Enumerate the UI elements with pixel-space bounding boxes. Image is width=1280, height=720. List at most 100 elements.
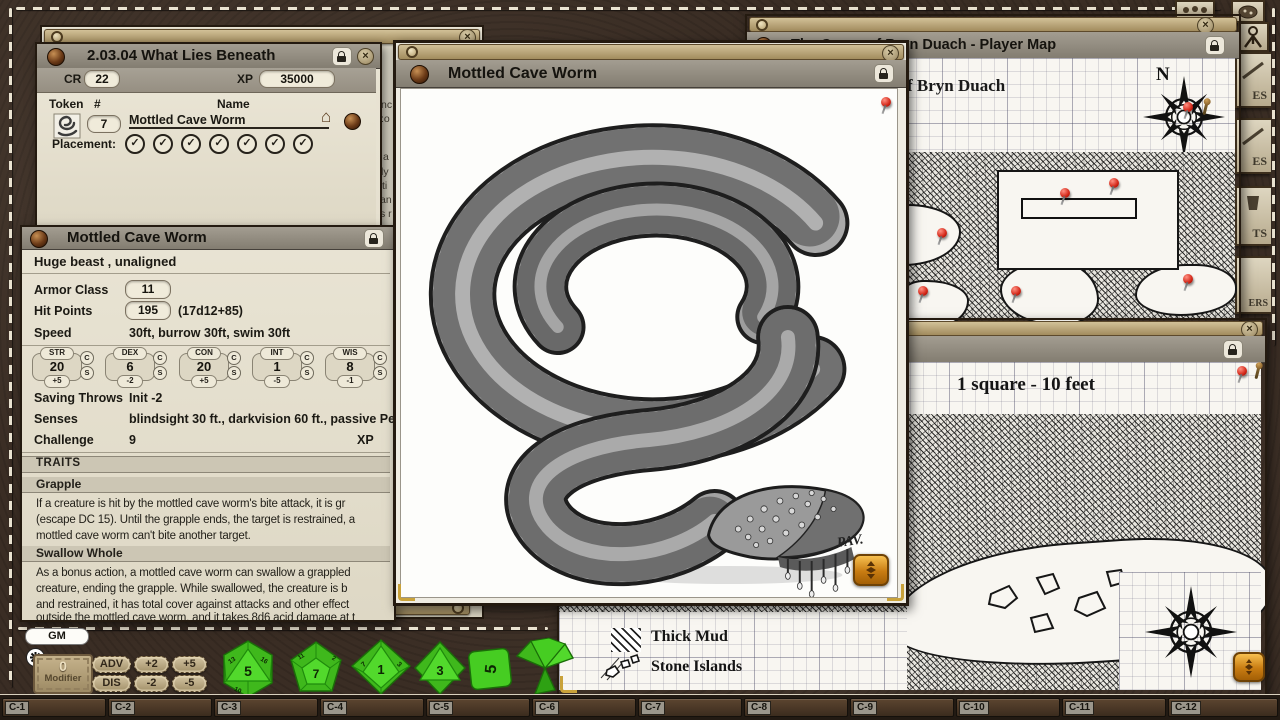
map-pin-red-icon[interactable] [1060, 188, 1070, 198]
token-name-link[interactable]: Mottled Cave Worm [129, 113, 329, 129]
wis-save-button[interactable]: S [373, 366, 387, 380]
disadvantage-button[interactable]: DIS [92, 675, 131, 692]
str-save-button[interactable]: S [80, 366, 94, 380]
hotkey-slot[interactable]: C-3 [214, 698, 318, 717]
player-map-dragbar[interactable]: × [749, 17, 1237, 32]
worm-token-icon[interactable] [53, 113, 81, 139]
hotkey-slot[interactable]: C-9 [850, 698, 954, 717]
house-icon[interactable]: ⌂ [321, 107, 331, 127]
dice-tray[interactable]: 5 13 16 10 7 11 2 1 7 3 3 5 [213, 636, 583, 698]
window-menu-orb-icon[interactable] [47, 48, 65, 66]
map-pin-red-icon[interactable] [1011, 286, 1021, 296]
image-canvas[interactable]: PAV. [400, 88, 898, 598]
con-save-button[interactable]: S [227, 366, 241, 380]
hotkey-slot[interactable]: C-7 [638, 698, 742, 717]
plus2-button[interactable]: +2 [134, 656, 169, 673]
dex-mod[interactable]: -2 [117, 375, 143, 388]
hotkey-slot[interactable]: C-4 [320, 698, 424, 717]
advantage-button[interactable]: ADV [92, 656, 131, 673]
map-pin-red-icon[interactable] [1183, 274, 1193, 284]
hotkey-slot[interactable]: C-8 [744, 698, 848, 717]
modifier-label: Modifier [35, 673, 91, 684]
con-mod[interactable]: +5 [191, 375, 217, 388]
encounter-window: 2.03.04 What Lies Beneath × CR 22 XP 350… [35, 42, 382, 234]
trait-text-line: creature, ending the grapple. While swal… [36, 583, 386, 595]
dex-check-button[interactable]: C [153, 351, 167, 365]
ability-row: 20 STR +5 C S 6 DEX -2 C S 20 CON +5 C S… [22, 347, 390, 385]
map-pin-red-icon[interactable] [1237, 366, 1247, 376]
wis-check-button[interactable]: C [373, 351, 387, 365]
window-menu-orb-icon[interactable] [30, 230, 48, 248]
token-orb-icon[interactable] [344, 113, 361, 130]
stitch-seam [18, 627, 548, 630]
challenge-value: 9 [129, 433, 136, 447]
hotkey-slot[interactable]: C-1 [2, 698, 106, 717]
placement-check-icon[interactable]: ✓ [265, 134, 285, 154]
sidebar-tab-label: ES [1252, 154, 1267, 169]
hotkey-slot[interactable]: C-5 [426, 698, 530, 717]
resize-icon [1235, 654, 1263, 680]
placement-check-icon[interactable]: ✓ [153, 134, 173, 154]
map-pin-red-icon[interactable] [937, 228, 947, 238]
plus5-button[interactable]: +5 [172, 656, 207, 673]
str-mod[interactable]: +5 [44, 375, 70, 388]
hotkey-slot[interactable]: C-10 [956, 698, 1060, 717]
map-resize-button[interactable] [1233, 652, 1265, 682]
statblock-titlebar[interactable]: Mottled Cave Worm [22, 227, 394, 250]
image-resize-button[interactable] [853, 554, 889, 586]
lock-icon[interactable] [874, 64, 894, 83]
dex-save-button[interactable]: S [153, 366, 167, 380]
map-pin-brown-icon[interactable] [1254, 366, 1260, 379]
xp-field[interactable]: 35000 [259, 70, 335, 88]
ac-field[interactable]: 11 [125, 280, 171, 299]
column-header-token: Token [49, 97, 83, 111]
int-save-button[interactable]: S [300, 366, 314, 380]
map-pin-red-icon[interactable] [1109, 178, 1119, 188]
placement-check-icon[interactable]: ✓ [293, 134, 313, 154]
map-room [997, 170, 1179, 270]
hotkey-slot[interactable]: C-12 [1168, 698, 1278, 717]
cr-field[interactable]: 22 [84, 70, 120, 88]
hotkey-slot[interactable]: C-11 [1062, 698, 1166, 717]
placement-check-icon[interactable]: ✓ [181, 134, 201, 154]
placement-check-icon[interactable]: ✓ [209, 134, 229, 154]
int-label: INT [260, 347, 294, 360]
placement-check-icon[interactable]: ✓ [125, 134, 145, 154]
toolbar-icon-character[interactable] [1238, 22, 1269, 52]
image-pin-red-icon[interactable] [881, 97, 891, 107]
map-pin-red-icon[interactable] [1183, 102, 1193, 112]
lock-icon[interactable] [332, 47, 352, 66]
minus5-button[interactable]: -5 [172, 675, 207, 692]
hotkey-bar: C-1 C-2 C-3 C-4 C-5 C-6 C-7 C-8 C-9 C-10… [0, 694, 1280, 720]
close-icon[interactable]: × [357, 48, 374, 65]
identity-badge[interactable]: GM [25, 628, 89, 645]
str-check-button[interactable]: C [80, 351, 94, 365]
fantasy-grounds-desktop: ES ES TS ERS × nc :o a ly ti an s r : fo… [0, 0, 1280, 720]
lock-icon[interactable] [364, 229, 384, 248]
wis-mod[interactable]: -1 [337, 375, 363, 388]
image-window-dragbar[interactable]: × [398, 44, 904, 60]
cave-worm-drawing: PAV. [401, 89, 897, 597]
map-pin-red-icon[interactable] [918, 286, 928, 296]
encounter-titlebar[interactable]: 2.03.04 What Lies Beneath × [37, 44, 380, 69]
modifier-box[interactable]: 0 Modifier [33, 654, 93, 694]
sidebar-tab-label: ES [1252, 88, 1267, 103]
hotkey-slot[interactable]: C-6 [532, 698, 636, 717]
d10-die: 1 7 3 [352, 640, 410, 694]
token-count-field[interactable]: 7 [87, 115, 121, 133]
lock-icon[interactable] [1205, 36, 1225, 55]
minus2-button[interactable]: -2 [134, 675, 169, 692]
window-menu-orb-icon[interactable] [410, 65, 429, 84]
placement-check-icon[interactable]: ✓ [237, 134, 257, 154]
hp-field[interactable]: 195 [125, 301, 171, 320]
int-check-button[interactable]: C [300, 351, 314, 365]
hotkey-slot[interactable]: C-2 [108, 698, 212, 717]
int-mod[interactable]: -5 [264, 375, 290, 388]
image-window-titlebar[interactable]: Mottled Cave Worm [396, 60, 906, 88]
con-check-button[interactable]: C [227, 351, 241, 365]
person-icon [1240, 24, 1267, 50]
lock-icon[interactable] [1223, 340, 1243, 359]
stitch-top [16, 7, 1221, 10]
traits-header: TRAITS [22, 456, 390, 473]
legend-mud-swatch [611, 628, 641, 652]
